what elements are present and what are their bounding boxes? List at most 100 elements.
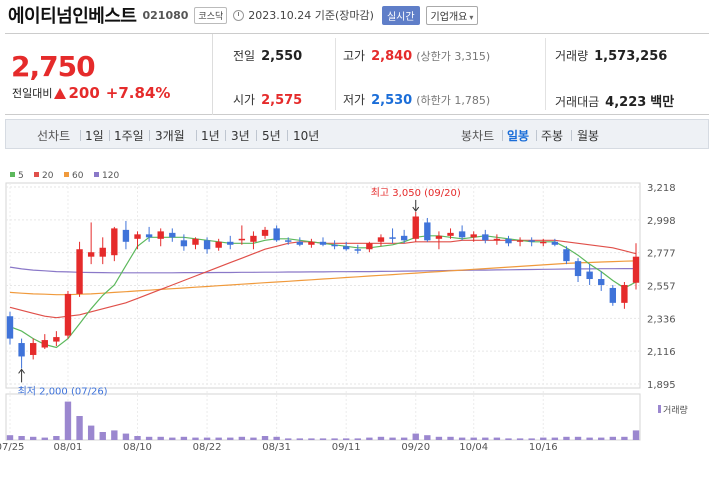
ma120-line: [9, 266, 636, 274]
candle-body: [632, 256, 640, 283]
candle-body: [516, 240, 524, 242]
candle-body: [331, 244, 338, 247]
period-3y[interactable]: 3년: [231, 127, 250, 144]
realtime-button[interactable]: 실시간: [381, 5, 420, 25]
candle-body: [29, 343, 37, 355]
candle-body: [192, 238, 199, 245]
legend-label-120: 120: [102, 171, 119, 181]
volume-bar: [412, 433, 419, 440]
amount-unit: 백만: [650, 95, 675, 110]
toolbar-separator: [149, 130, 150, 141]
candle-body: [574, 261, 582, 277]
candle-chart-label: 봉차트: [461, 129, 495, 143]
volume-legend-swatch: [658, 405, 661, 413]
amount-label: 거래대금: [555, 95, 600, 109]
candlestick-chart[interactable]: 3,218 2,998 2,777 2,557 2,336 2,116 1,895 07/25…: [0, 160, 709, 483]
volume-bar: [574, 436, 582, 440]
volume-bar: [354, 438, 361, 440]
company-overview-select[interactable]: 기업개요 ▾: [425, 5, 479, 25]
candle-daily[interactable]: 일봉: [507, 127, 529, 144]
volume-bar: [400, 437, 408, 440]
period-1d[interactable]: 1일: [85, 127, 104, 144]
high-label: 고가: [343, 49, 366, 63]
volume-bar: [64, 401, 72, 440]
lower-limit: (하한가 1,785): [416, 94, 491, 107]
low-value: 2,530: [371, 93, 413, 108]
candle-body: [621, 284, 628, 303]
volume-bar: [273, 436, 280, 440]
volume-bar: [505, 438, 512, 440]
volume-bar: [41, 437, 48, 440]
current-price: 2,750: [11, 50, 96, 83]
candle-body: [227, 241, 234, 245]
candle-body: [366, 243, 373, 250]
candle-monthly[interactable]: 월봉: [577, 127, 599, 144]
volume-bar: [435, 436, 443, 440]
toolbar-separator: [225, 130, 226, 141]
volume-bar: [227, 437, 234, 440]
toolbar-separator: [287, 130, 288, 141]
volume-label: 거래량: [663, 404, 688, 416]
candle-body: [435, 235, 443, 239]
x-tick-label: 08/22: [193, 442, 222, 453]
volume-bar: [389, 437, 396, 440]
legend-swatch-20: [34, 172, 39, 177]
volume-bar: [563, 436, 570, 440]
period-5y[interactable]: 5년: [262, 127, 281, 144]
volume-bar: [540, 437, 547, 440]
period-10y[interactable]: 10년: [293, 127, 319, 144]
candle-body: [308, 241, 315, 245]
price-summary: 2,750 전일대비 200 +7.84% 전일 2,550 시가 2,575 …: [5, 33, 709, 115]
period-3m[interactable]: 3개월: [155, 127, 185, 144]
period-1y[interactable]: 1년: [201, 127, 220, 144]
volume-bar: [285, 438, 292, 440]
volume-label: 거래량: [555, 49, 589, 63]
volume-bar: [447, 436, 454, 440]
volume-bar: [215, 437, 222, 440]
toolbar-separator: [196, 130, 197, 141]
candle-body: [250, 235, 257, 242]
candle-weekly[interactable]: 주봉: [541, 127, 563, 144]
volume-bar: [238, 436, 246, 440]
volume-item: 거래량 1,573,256: [555, 47, 667, 64]
candle-body: [342, 246, 350, 250]
upper-limit: (상한가 3,315): [416, 50, 491, 63]
volume-bar: [331, 438, 338, 440]
volume-bar: [180, 436, 188, 440]
legend-label-20: 20: [42, 171, 54, 181]
change-line: 전일대비 200 +7.84%: [12, 84, 170, 102]
legend-label-60: 60: [72, 171, 84, 181]
volume-bar: [493, 437, 501, 440]
candle-body: [540, 241, 547, 244]
volume-bar: [516, 438, 524, 440]
legend-swatch-120: [94, 172, 99, 177]
stock-code: 021080: [142, 8, 189, 22]
candle-body: [122, 229, 130, 242]
toolbar-separator: [571, 130, 572, 141]
volume-bar: [157, 436, 164, 440]
y-tick-label: 3,218: [647, 183, 676, 194]
open-label: 시가: [233, 93, 256, 107]
volume-bar: [261, 436, 269, 440]
volume-bar: [6, 435, 14, 440]
x-tick-label: 08/10: [123, 442, 152, 453]
volume-bar: [76, 416, 83, 440]
market-badge: 코스닥: [194, 6, 228, 24]
candle-body: [551, 241, 559, 245]
line-chart-label: 선차트: [37, 129, 71, 143]
candle-body: [18, 343, 25, 357]
volume-bar: [482, 437, 489, 440]
high-item: 고가 2,840 (상한가 3,315): [343, 47, 490, 64]
period-1w[interactable]: 1주일: [114, 127, 144, 144]
candle-body: [424, 222, 431, 241]
volume-bar: [458, 437, 466, 440]
candle-body: [157, 231, 164, 239]
volume-bar: [53, 436, 60, 440]
volume-bar: [169, 437, 176, 440]
toolbar-separator: [502, 130, 503, 141]
x-tick-label: 10/04: [459, 442, 488, 453]
candle-body: [447, 232, 454, 236]
candle-body: [609, 287, 617, 303]
candle-body: [238, 238, 246, 241]
change-percent: +7.84%: [105, 84, 171, 102]
